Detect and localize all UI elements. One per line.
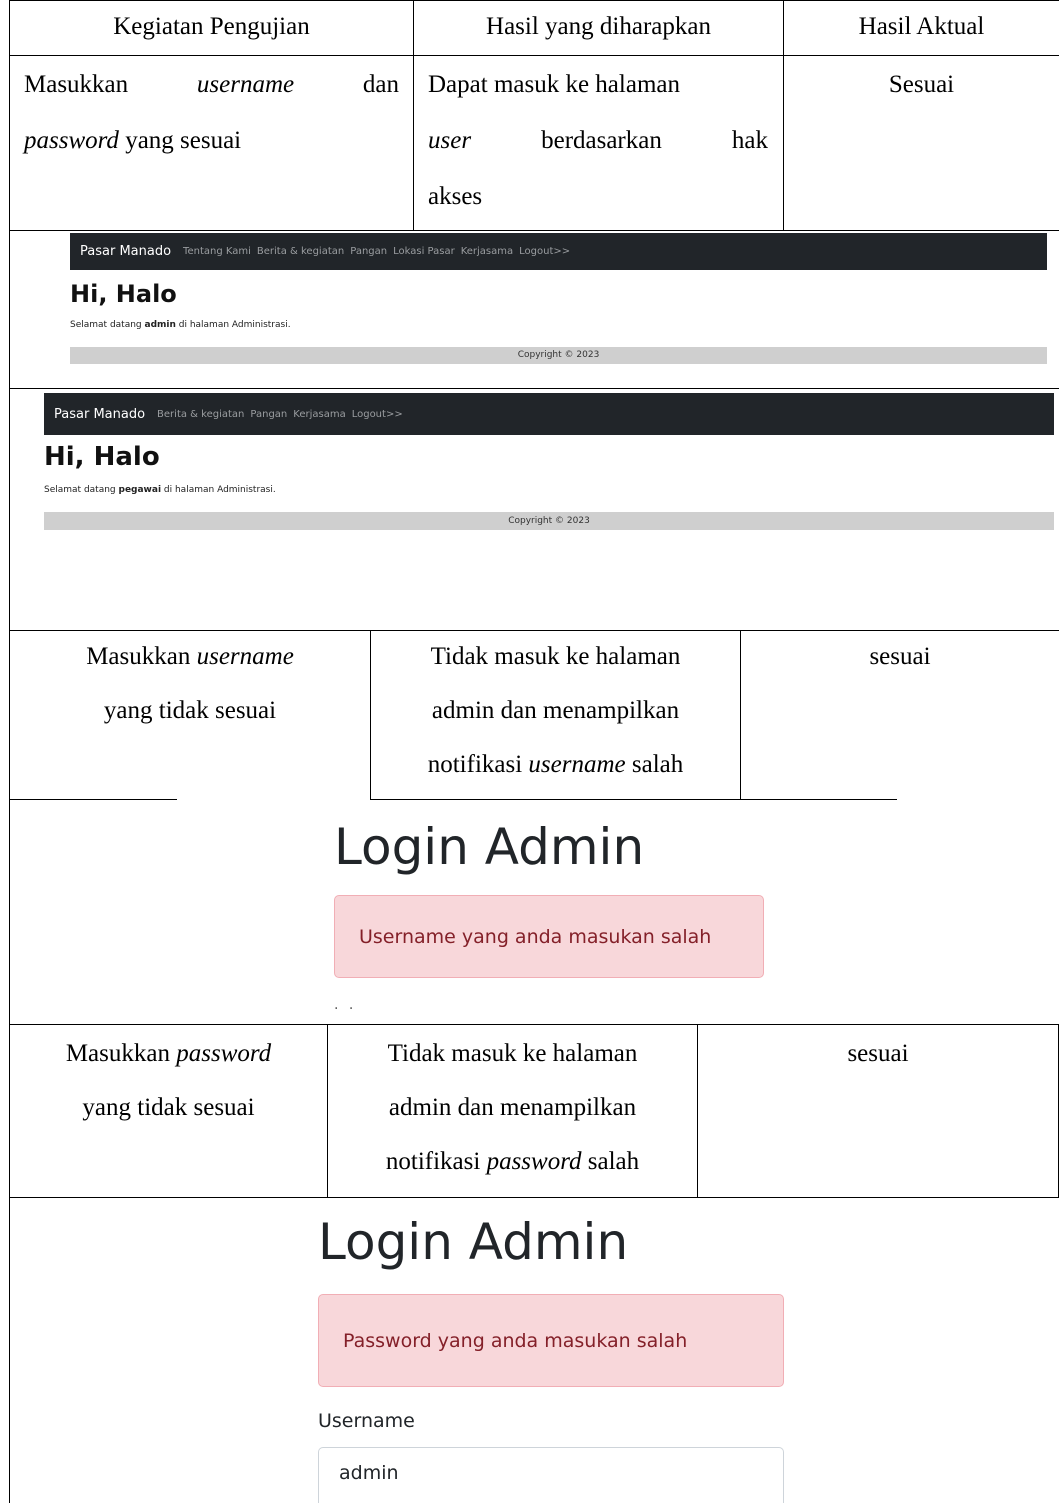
nav-lokasi-pasar[interactable]: Lokasi Pasar (393, 246, 455, 257)
admin-navbar: Pasar Manado Tentang Kami Berita & kegia… (70, 233, 1047, 270)
nav-tentang-kami[interactable]: Tentang Kami (183, 246, 251, 257)
truncated-indicator: . . (334, 997, 357, 1013)
row1-expected-line3: akses (428, 183, 483, 210)
nav-berita-kegiatan[interactable]: Berita & kegiatan (157, 409, 244, 420)
row2-expected-line1: Tidak masuk ke halaman (430, 643, 681, 670)
pegawai-greeting: Hi, Halo (44, 442, 160, 472)
login-title: Login Admin (318, 1213, 629, 1271)
row2-activity-line2: yang tidak sesuai (103, 697, 277, 724)
admin-footer: Copyright © 2023 (70, 347, 1047, 364)
header-kegiatan: Kegiatan Pengujian (113, 13, 310, 40)
navbar-brand[interactable]: Pasar Manado (54, 407, 145, 422)
row2-expected-line3: notifikasi username salah (427, 751, 684, 778)
row1-expected-line1: Dapat masuk ke halaman (428, 71, 680, 98)
password-error-alert: Password yang anda masukan salah (318, 1294, 784, 1387)
row3-activity-line2: yang tidak sesuai (82, 1094, 255, 1121)
header-hasil-diharapkan: Hasil yang diharapkan (486, 13, 711, 40)
row1-actual: Sesuai (888, 71, 955, 98)
login-title: Login Admin (334, 818, 645, 876)
header-hasil-aktual: Hasil Aktual (858, 13, 985, 40)
row2-expected-line2: admin dan menampilkan (431, 697, 680, 724)
row3-expected-line2: admin dan menampilkan (388, 1094, 637, 1121)
navbar-brand[interactable]: Pasar Manado (80, 244, 171, 259)
pegawai-navbar: Pasar Manado Berita & kegiatan Pangan Ke… (44, 393, 1054, 435)
nav-kerjasama[interactable]: Kerjasama (293, 409, 345, 420)
row3-expected-line3: notifikasi password salah (385, 1148, 640, 1175)
nav-pangan[interactable]: Pangan (350, 246, 387, 257)
row2-actual: sesuai (869, 643, 931, 670)
nav-berita-kegiatan[interactable]: Berita & kegiatan (257, 246, 344, 257)
nav-logout[interactable]: Logout>> (352, 409, 403, 420)
pegawai-welcome-text: Selamat datang pegawai di halaman Admini… (44, 485, 276, 495)
nav-kerjasama[interactable]: Kerjasama (461, 246, 513, 257)
username-error-alert: Username yang anda masukan salah (334, 895, 764, 978)
row3-actual: sesuai (847, 1040, 909, 1067)
admin-greeting: Hi, Halo (70, 280, 177, 308)
admin-welcome-text: Selamat datang admin di halaman Administ… (70, 320, 291, 330)
row1-activity-line2: password yang sesuai (24, 127, 242, 154)
row3-activity-line1: Masukkan password (65, 1040, 272, 1067)
nav-pangan[interactable]: Pangan (250, 409, 287, 420)
nav-logout[interactable]: Logout>> (519, 246, 570, 257)
row3-expected-line1: Tidak masuk ke halaman (387, 1040, 638, 1067)
row1-expected-line2: user berdasarkan hak (428, 127, 768, 154)
row1-activity-line1: Masukkan username dan (24, 71, 400, 98)
pegawai-footer: Copyright © 2023 (44, 512, 1054, 530)
username-label: Username (318, 1410, 415, 1432)
username-input[interactable]: admin (318, 1447, 784, 1503)
row2-activity-line1: Masukkan username (86, 643, 294, 670)
